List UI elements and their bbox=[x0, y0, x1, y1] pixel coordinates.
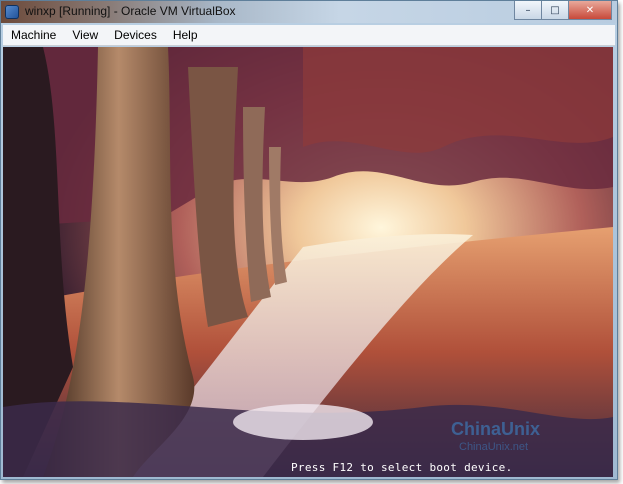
close-icon: ✕ bbox=[585, 4, 595, 16]
virtualbox-window: winxp [Running] - Oracle VM VirtualBox –… bbox=[0, 0, 618, 480]
menu-view[interactable]: View bbox=[64, 25, 106, 45]
caption-buttons: – □ ✕ bbox=[514, 1, 612, 20]
close-button[interactable]: ✕ bbox=[569, 1, 612, 20]
menu-help[interactable]: Help bbox=[165, 25, 206, 45]
minimize-button[interactable]: – bbox=[514, 1, 542, 20]
virtualbox-icon bbox=[5, 5, 19, 19]
watermark-logo: ChinaUnix bbox=[451, 419, 541, 439]
watermark-url: ChinaUnix.net bbox=[459, 441, 529, 453]
menu-bar: Machine View Devices Help bbox=[3, 25, 615, 46]
maximize-icon: □ bbox=[550, 4, 560, 16]
window-title: winxp [Running] - Oracle VM VirtualBox bbox=[25, 4, 236, 18]
menu-machine[interactable]: Machine bbox=[3, 25, 64, 45]
wallpaper-autumn-path bbox=[3, 47, 613, 477]
menu-devices[interactable]: Devices bbox=[106, 25, 165, 45]
vm-display[interactable] bbox=[3, 47, 613, 477]
maximize-button[interactable]: □ bbox=[542, 1, 569, 20]
title-bar[interactable]: winxp [Running] - Oracle VM VirtualBox –… bbox=[1, 1, 617, 23]
minimize-icon: – bbox=[525, 4, 531, 16]
boot-prompt-text: Press F12 to select boot device. bbox=[291, 461, 513, 474]
